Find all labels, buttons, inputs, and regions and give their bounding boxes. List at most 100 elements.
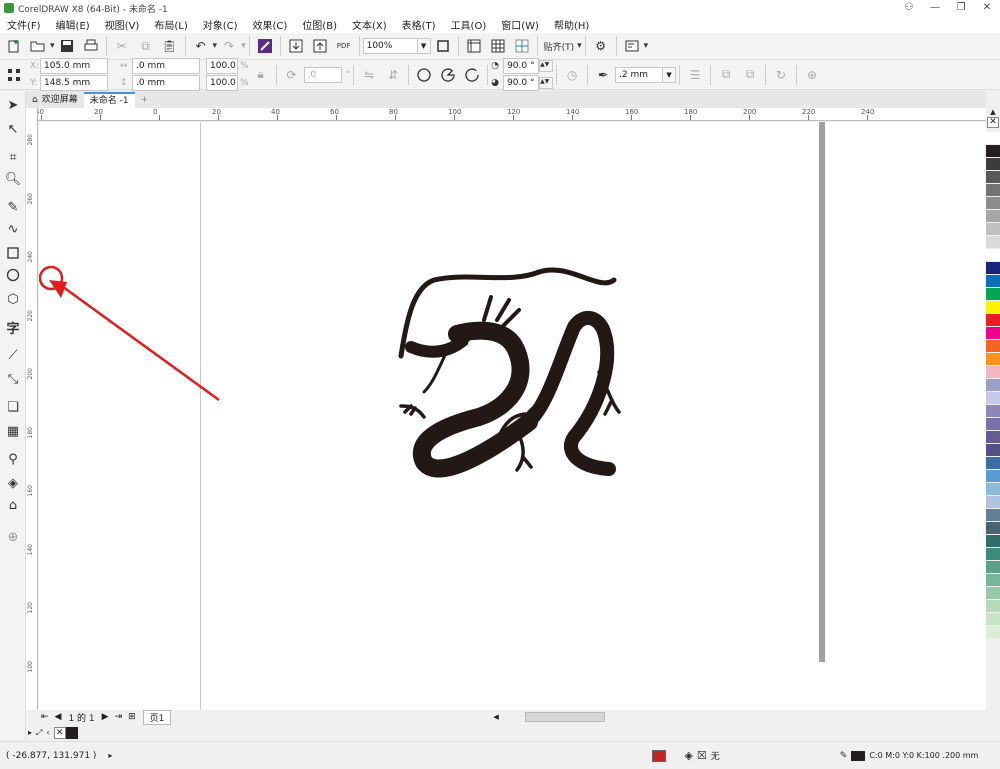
snap-dropdown-icon[interactable]: ▾ — [577, 41, 582, 51]
outline-width-field[interactable]: .2 mm — [615, 66, 664, 83]
start-angle-input[interactable]: 90.0 ° — [503, 58, 540, 74]
menu-layout[interactable]: 布局(L) — [154, 17, 187, 32]
freehand-tool-icon[interactable]: ✎ — [3, 197, 23, 217]
tab-welcome-screen[interactable]: ⌂ 欢迎屏幕 — [26, 92, 84, 108]
new-tab-icon[interactable]: + — [135, 92, 155, 108]
no-fill-swatch[interactable]: ✕ — [53, 726, 66, 739]
interactive-fill-tool-icon[interactable]: ◈ — [3, 473, 23, 493]
print-icon[interactable] — [81, 36, 101, 56]
mirror-vertical-icon[interactable]: ⇵ — [383, 65, 403, 85]
color-swatch[interactable] — [986, 314, 1000, 327]
rotation-angle-input[interactable]: .0 — [303, 66, 342, 83]
direction-icon[interactable]: ◷ — [562, 65, 582, 85]
text-tool-icon[interactable]: 字 — [3, 317, 23, 337]
lock-ratio-icon[interactable]: 🔒︎ — [251, 65, 271, 85]
zoom-tool-icon[interactable]: 🔍︎ — [3, 169, 23, 189]
menu-text[interactable]: 文本(X) — [352, 17, 387, 32]
search-content-icon[interactable] — [255, 36, 275, 56]
export-icon[interactable] — [310, 36, 330, 56]
color-swatch[interactable] — [986, 366, 1000, 379]
add-page-icon[interactable]: ⊞ — [128, 712, 136, 722]
chevron-down-icon[interactable]: ▼ — [663, 66, 677, 83]
scroll-left-icon[interactable]: ◀ — [493, 713, 501, 721]
color-swatch[interactable] — [986, 626, 1000, 639]
color-swatch[interactable] — [986, 548, 1000, 561]
full-screen-icon[interactable] — [433, 36, 453, 56]
color-swatch[interactable] — [986, 223, 1000, 236]
color-swatch[interactable] — [986, 379, 1000, 392]
copy-icon[interactable]: ⧉ — [136, 36, 156, 56]
color-swatch[interactable] — [986, 236, 1000, 249]
color-swatch[interactable] — [986, 470, 1000, 483]
end-angle-spinner[interactable]: ▲▼ — [539, 77, 554, 89]
color-swatch[interactable] — [986, 288, 1000, 301]
cut-icon[interactable]: ✂ — [112, 36, 132, 56]
color-swatch[interactable] — [986, 496, 1000, 509]
transparency-tool-icon[interactable]: ▦ — [3, 421, 23, 441]
vertical-ruler[interactable]: 28026024022020018016014012010080 — [26, 108, 38, 710]
color-swatch[interactable] — [986, 249, 1000, 262]
smart-fill-tool-icon[interactable]: ⌂ — [3, 495, 23, 515]
color-swatch[interactable] — [986, 210, 1000, 223]
user-icon[interactable]: ⚇ — [896, 0, 922, 16]
color-swatch[interactable] — [986, 405, 1000, 418]
chevron-down-icon[interactable]: ▼ — [417, 38, 431, 54]
color-swatch[interactable] — [986, 262, 1000, 275]
scale-height-input[interactable]: 100.0 — [206, 75, 238, 91]
launcher-dropdown-icon[interactable]: ▾ — [644, 41, 649, 51]
color-swatch[interactable] — [986, 340, 1000, 353]
color-swatch[interactable] — [986, 444, 1000, 457]
eyedropper-icon[interactable]: ⤢ — [36, 728, 42, 738]
connector-tool-icon[interactable]: ⤡ — [3, 369, 23, 389]
mirror-horizontal-icon[interactable]: ⇋ — [359, 65, 379, 85]
redo-dropdown-icon[interactable]: ▾ — [241, 41, 246, 51]
last-page-icon[interactable]: ⇥ — [115, 712, 123, 722]
y-position-input[interactable]: 148.5 mm — [40, 75, 108, 91]
show-guidelines-icon[interactable] — [512, 36, 532, 56]
color-swatch[interactable] — [986, 158, 1000, 171]
drop-shadow-tool-icon[interactable]: ❏ — [3, 397, 23, 417]
ellipse-tool-icon[interactable] — [3, 265, 23, 285]
height-input[interactable]: .0 mm — [132, 75, 200, 91]
undo-icon[interactable]: ↶ — [191, 36, 211, 56]
color-swatch[interactable] — [986, 587, 1000, 600]
horizontal-scrollbar-thumb[interactable] — [525, 712, 606, 722]
to-front-icon[interactable]: ⧉ — [716, 65, 736, 85]
show-grid-icon[interactable] — [488, 36, 508, 56]
pie-mode-icon[interactable] — [438, 65, 458, 85]
color-swatch[interactable] — [986, 171, 1000, 184]
polygon-tool-icon[interactable]: ⬡ — [3, 289, 23, 309]
color-swatch[interactable] — [986, 275, 1000, 288]
color-swatch[interactable] — [986, 522, 1000, 535]
to-back-icon[interactable]: ⧉ — [740, 65, 760, 85]
color-swatch[interactable] — [986, 431, 1000, 444]
start-angle-spinner[interactable]: ▲▼ — [539, 60, 554, 72]
drawing-canvas[interactable] — [39, 122, 986, 710]
color-swatch[interactable] — [986, 574, 1000, 587]
menu-effects[interactable]: 效果(C) — [253, 17, 288, 32]
color-swatch[interactable] — [986, 600, 1000, 613]
application-launcher-icon[interactable] — [622, 36, 642, 56]
color-swatch[interactable] — [986, 327, 1000, 340]
parallel-dimension-tool-icon[interactable]: ⟋ — [3, 345, 23, 365]
snap-to-dropdown[interactable]: 贴齐(T) — [544, 40, 575, 53]
shape-tool-icon[interactable]: ↖ — [3, 119, 23, 139]
color-swatch[interactable] — [986, 561, 1000, 574]
pick-tool-icon[interactable]: ➤ — [3, 95, 23, 115]
minimize-button[interactable]: — — [922, 0, 948, 16]
arc-mode-icon[interactable] — [462, 65, 482, 85]
menu-tools[interactable]: 工具(O) — [451, 17, 487, 32]
scale-width-input[interactable]: 100.0 — [206, 58, 238, 74]
color-swatch[interactable] — [986, 613, 1000, 626]
paste-icon[interactable]: 📋︎ — [160, 36, 180, 56]
next-page-icon[interactable]: ▶ — [102, 712, 109, 722]
menu-bitmaps[interactable]: 位图(B) — [302, 17, 337, 32]
color-swatch[interactable] — [986, 418, 1000, 431]
color-swatch[interactable] — [986, 483, 1000, 496]
redo-icon[interactable]: ↷ — [219, 36, 239, 56]
color-swatch[interactable] — [986, 392, 1000, 405]
menu-view[interactable]: 视图(V) — [105, 17, 140, 32]
zoom-level-field[interactable]: 100% — [362, 38, 418, 54]
presets-icon[interactable] — [4, 65, 24, 85]
no-color-swatch[interactable]: ✕ — [987, 117, 999, 128]
